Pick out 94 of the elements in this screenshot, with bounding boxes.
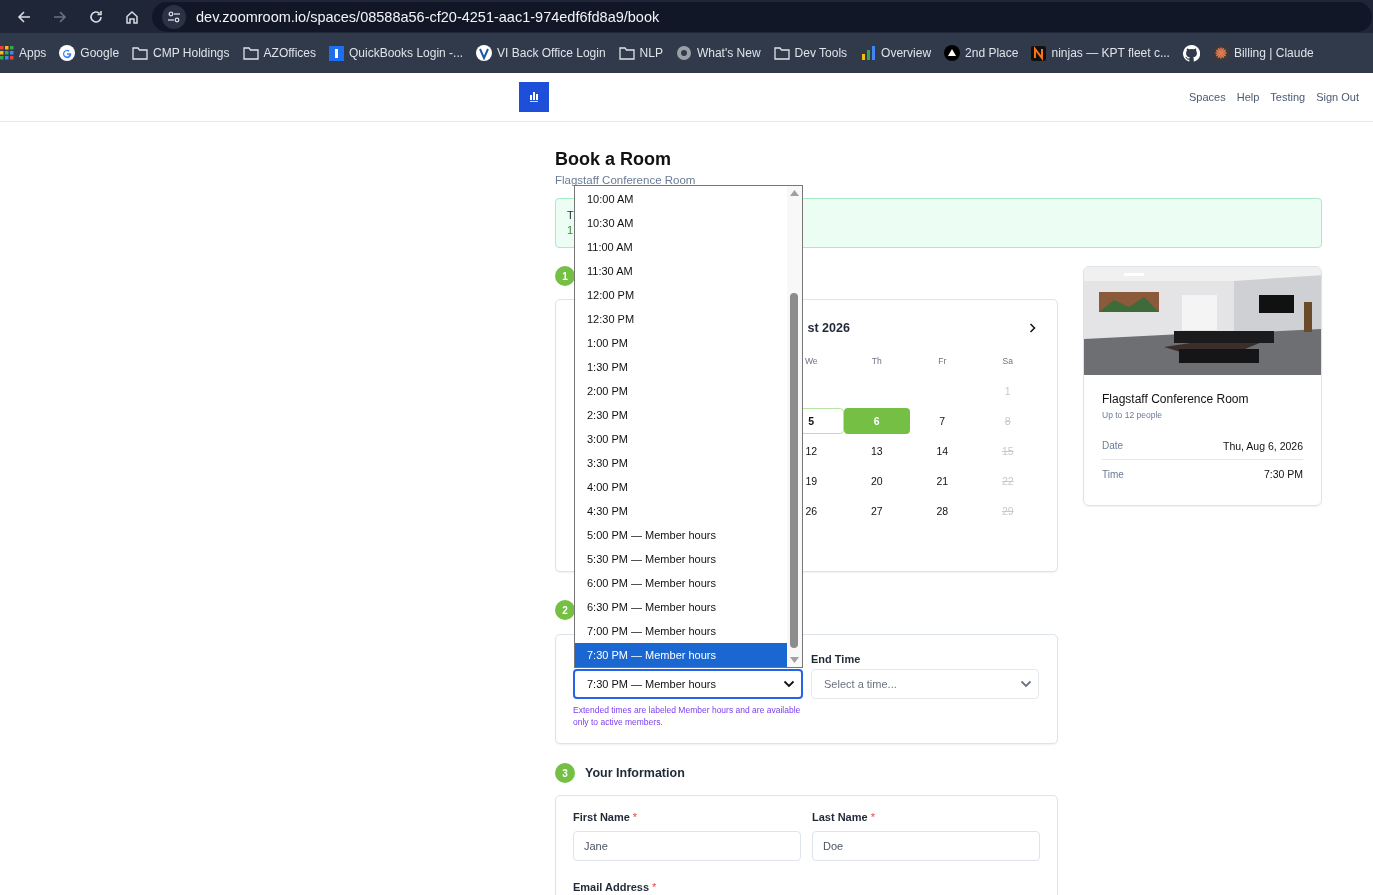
forward-arrow-icon[interactable] bbox=[53, 9, 67, 24]
bookmark[interactable]: VI Back Office Login bbox=[476, 45, 606, 61]
bookmark[interactable]: Billing | Claude bbox=[1212, 45, 1314, 61]
weekday-label: We bbox=[803, 355, 819, 368]
nav-link[interactable]: Spaces bbox=[1189, 91, 1226, 103]
apps-grid-icon bbox=[0, 46, 14, 60]
time-option[interactable]: 11:30 AM bbox=[575, 259, 787, 283]
reload-icon[interactable] bbox=[89, 9, 103, 24]
back-arrow-icon[interactable] bbox=[17, 9, 31, 24]
url-text: dev.zoomroom.io/spaces/08588a56-cf20-4251-aac1-974edf6fd8a9/book bbox=[196, 8, 660, 25]
month-title: st 2026 bbox=[806, 320, 851, 337]
time-option[interactable]: 11:00 AM bbox=[575, 235, 787, 259]
text-field[interactable]: Jane bbox=[573, 831, 801, 861]
bookmark[interactable]: Google bbox=[59, 45, 120, 61]
folder-icon bbox=[618, 46, 635, 60]
section-title: Your Information bbox=[585, 766, 685, 780]
required-mark: * bbox=[870, 811, 875, 825]
calendar-day[interactable]: 21 bbox=[909, 468, 975, 494]
home-icon[interactable] bbox=[125, 9, 139, 24]
field-label: Last Name bbox=[812, 811, 868, 825]
summary-value: Thu, Aug 6, 2026 bbox=[1223, 439, 1303, 452]
bookmark[interactable]: 2nd Place bbox=[944, 45, 1019, 61]
calendar-day[interactable]: 27 bbox=[844, 498, 910, 524]
time-option[interactable]: 2:00 PM bbox=[575, 379, 787, 403]
nav-link[interactable]: Testing bbox=[1270, 91, 1306, 103]
start-time-select[interactable]: 7:30 PM — Member hours bbox=[573, 669, 803, 699]
folder-icon bbox=[242, 46, 259, 60]
summary-label: Date bbox=[1102, 440, 1124, 451]
text-field[interactable]: Doe bbox=[812, 831, 1040, 861]
required-mark: * bbox=[652, 881, 657, 895]
time-option[interactable]: 7:00 PM — Member hours bbox=[575, 619, 787, 643]
bookmark[interactable]: QuickBooks Login -... bbox=[329, 45, 464, 61]
chrome-icon bbox=[675, 45, 692, 61]
time-option[interactable]: 5:00 PM — Member hours bbox=[575, 523, 787, 547]
bookmark[interactable]: ninjas — KPT fleet c... bbox=[1031, 45, 1170, 61]
room-capacity: Up to 12 people bbox=[1102, 410, 1164, 420]
time-option[interactable]: 12:00 PM bbox=[575, 283, 787, 307]
weekday-label: Fr bbox=[937, 355, 948, 368]
chevron-down-icon bbox=[1020, 680, 1032, 688]
sparkle-icon bbox=[1212, 45, 1229, 61]
nav-link[interactable]: Sign Out bbox=[1316, 91, 1359, 103]
field-label: End Time bbox=[811, 653, 862, 667]
time-option[interactable]: 10:00 AM bbox=[575, 187, 787, 211]
summary-value: 7:30 PM bbox=[1263, 468, 1303, 480]
page-title: Book a Room bbox=[555, 148, 672, 170]
hint-text: Extended times are labeled Member hours and are available only to active members. bbox=[573, 704, 802, 728]
time-option[interactable]: 12:30 PM bbox=[575, 307, 787, 331]
time-option[interactable]: 1:30 PM bbox=[575, 355, 787, 379]
end-time-select[interactable]: Select a time... bbox=[811, 669, 1039, 699]
time-option[interactable]: 6:00 PM — Member hours bbox=[575, 571, 787, 595]
bookmark[interactable]: Overview bbox=[860, 45, 932, 61]
bookmark[interactable]: What's New bbox=[675, 45, 761, 61]
site-settings-icon[interactable] bbox=[162, 4, 186, 29]
weekday-label: Sa bbox=[1001, 355, 1014, 368]
time-option[interactable]: 6:30 PM — Member hours bbox=[575, 595, 787, 619]
chevron-right-icon[interactable] bbox=[1029, 323, 1036, 333]
bookmark[interactable]: Dev Tools bbox=[773, 46, 848, 60]
nav-link[interactable]: Help bbox=[1236, 91, 1260, 103]
field-label: First Name bbox=[573, 811, 630, 825]
time-option[interactable]: 5:30 PM — Member hours bbox=[575, 547, 787, 571]
folder-icon bbox=[132, 46, 149, 60]
step-number: 1 bbox=[555, 266, 575, 286]
google-icon bbox=[59, 45, 76, 61]
calendar-day[interactable]: 14 bbox=[909, 438, 975, 464]
calendar-day[interactable]: 13 bbox=[844, 438, 910, 464]
scrollbar[interactable] bbox=[787, 186, 802, 667]
required-mark: * bbox=[632, 811, 638, 825]
bookmark[interactable]: Apps bbox=[0, 46, 47, 60]
page-subtitle: Flagstaff Conference Room bbox=[555, 174, 697, 186]
step-number: 2 bbox=[555, 600, 575, 620]
v-circle-icon bbox=[476, 45, 493, 61]
notice-text: T bbox=[567, 208, 575, 222]
n-letter-icon bbox=[1031, 45, 1047, 61]
folder-icon bbox=[773, 46, 790, 60]
calendar-day[interactable]: 7 bbox=[909, 408, 975, 434]
calendar-day[interactable]: 28 bbox=[909, 498, 975, 524]
time-option[interactable]: 7:30 PM — Member hours bbox=[575, 643, 787, 667]
scrollbar-thumb[interactable] bbox=[790, 293, 798, 648]
bookmark[interactable]: NLP bbox=[618, 46, 663, 60]
address-bar[interactable]: dev.zoomroom.io/spaces/08588a56-cf20-4251-aac1-974edf6fd8a9/book bbox=[152, 1, 1372, 32]
calendar-day[interactable]: 20 bbox=[844, 468, 910, 494]
summary-label: Time bbox=[1102, 468, 1124, 480]
time-option[interactable]: 1:00 PM bbox=[575, 331, 787, 355]
bookmark[interactable]: AZOffices bbox=[242, 46, 316, 60]
bar-chart-icon bbox=[860, 45, 877, 61]
field-label: Email Address bbox=[573, 881, 649, 895]
time-option[interactable]: 10:30 AM bbox=[575, 211, 787, 235]
step-number: 3 bbox=[555, 763, 575, 783]
room-name: Flagstaff Conference Room bbox=[1102, 392, 1250, 406]
bar-icon bbox=[329, 45, 344, 61]
bookmark[interactable]: CMP Holdings bbox=[132, 46, 230, 60]
logo-icon[interactable] bbox=[519, 82, 549, 112]
chevron-down-icon bbox=[783, 680, 795, 688]
weekday-label: Th bbox=[870, 355, 883, 368]
